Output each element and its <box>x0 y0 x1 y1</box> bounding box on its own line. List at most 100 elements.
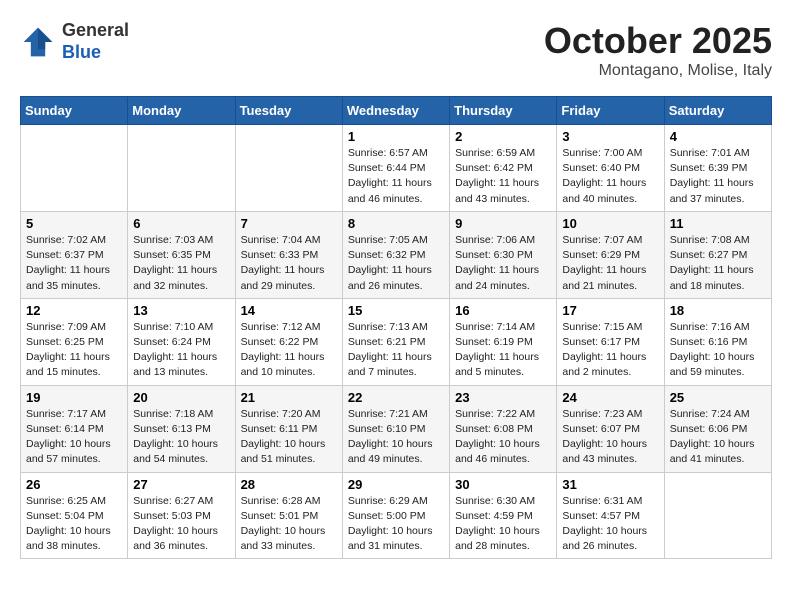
weekday-header-friday: Friday <box>557 97 664 125</box>
day-info: Sunrise: 7:15 AM Sunset: 6:17 PM Dayligh… <box>562 320 658 381</box>
day-number: 28 <box>241 477 337 492</box>
day-info: Sunrise: 7:18 AM Sunset: 6:13 PM Dayligh… <box>133 407 229 468</box>
calendar-cell: 29 Sunrise: 6:29 AM Sunset: 5:00 PM Dayli… <box>342 472 449 559</box>
day-info: Sunrise: 6:59 AM Sunset: 6:42 PM Dayligh… <box>455 146 551 207</box>
day-number: 3 <box>562 129 658 144</box>
month-title: October 2025 <box>544 20 772 62</box>
day-info: Sunrise: 7:01 AM Sunset: 6:39 PM Dayligh… <box>670 146 766 207</box>
calendar-cell: 1 Sunrise: 6:57 AM Sunset: 6:44 PM Daylig… <box>342 125 449 212</box>
week-row-4: 26Sunrise: 6:25 AM Sunset: 5:04 PM Dayli… <box>21 472 772 559</box>
day-number: 15 <box>348 303 444 318</box>
day-info: Sunrise: 7:14 AM Sunset: 6:19 PM Dayligh… <box>455 320 551 381</box>
day-info: Sunrise: 7:00 AM Sunset: 6:40 PM Dayligh… <box>562 146 658 207</box>
calendar-cell: 25 Sunrise: 7:24 AM Sunset: 6:06 PM Dayli… <box>664 385 771 472</box>
page-header: General Blue October 2025 Montagano, Mol… <box>20 20 772 80</box>
day-info: Sunrise: 7:10 AM Sunset: 6:24 PM Dayligh… <box>133 320 229 381</box>
day-number: 30 <box>455 477 551 492</box>
day-number: 14 <box>241 303 337 318</box>
week-row-3: 19 Sunrise: 7:17 AM Sunset: 6:14 PM Dayli… <box>21 385 772 472</box>
calendar-cell: 30 Sunrise: 6:30 AM Sunset: 4:59 PM Dayli… <box>450 472 557 559</box>
day-number: 25 <box>670 390 766 405</box>
calendar-cell: 11 Sunrise: 7:08 AM Sunset: 6:27 PM Dayli… <box>664 211 771 298</box>
day-info: Sunrise: 7:24 AM Sunset: 6:06 PM Dayligh… <box>670 407 766 468</box>
day-info: Sunrise: 7:16 AM Sunset: 6:16 PM Dayligh… <box>670 320 766 381</box>
day-info: Sunrise: 6:30 AM Sunset: 4:59 PM Dayligh… <box>455 494 551 555</box>
day-number: 19 <box>26 390 122 405</box>
day-info: Sunrise: 7:12 AM Sunset: 6:22 PM Dayligh… <box>241 320 337 381</box>
day-info: Sunrise: 7:07 AM Sunset: 6:29 PM Dayligh… <box>562 233 658 294</box>
weekday-header-row: SundayMondayTuesdayWednesdayThursdayFrid… <box>21 97 772 125</box>
day-info: Sunrise: 6:31 AM Sunset: 4:57 PM Dayligh… <box>562 494 658 555</box>
day-info: Sunrise: 7:09 AM Sunset: 6:25 PM Dayligh… <box>26 320 122 381</box>
calendar-table: SundayMondayTuesdayWednesdayThursdayFrid… <box>20 96 772 559</box>
day-info: Sunrise: 7:02 AM Sunset: 6:37 PM Dayligh… <box>26 233 122 294</box>
calendar-cell: 14 Sunrise: 7:12 AM Sunset: 6:22 PM Dayli… <box>235 298 342 385</box>
calendar-cell: 17 Sunrise: 7:15 AM Sunset: 6:17 PM Dayli… <box>557 298 664 385</box>
day-number: 2 <box>455 129 551 144</box>
day-number: 17 <box>562 303 658 318</box>
weekday-header-sunday: Sunday <box>21 97 128 125</box>
day-info: Sunrise: 7:04 AM Sunset: 6:33 PM Dayligh… <box>241 233 337 294</box>
day-number: 8 <box>348 216 444 231</box>
calendar-cell: 3 Sunrise: 7:00 AM Sunset: 6:40 PM Daylig… <box>557 125 664 212</box>
day-info: Sunrise: 6:57 AM Sunset: 6:44 PM Dayligh… <box>348 146 444 207</box>
day-number: 4 <box>670 129 766 144</box>
calendar-cell: 31 Sunrise: 6:31 AM Sunset: 4:57 PM Dayli… <box>557 472 664 559</box>
day-info: Sunrise: 7:08 AM Sunset: 6:27 PM Dayligh… <box>670 233 766 294</box>
day-info: Sunrise: 7:21 AM Sunset: 6:10 PM Dayligh… <box>348 407 444 468</box>
day-number: 10 <box>562 216 658 231</box>
calendar-cell: 12 Sunrise: 7:09 AM Sunset: 6:25 PM Dayli… <box>21 298 128 385</box>
day-info: Sunrise: 6:29 AM Sunset: 5:00 PM Dayligh… <box>348 494 444 555</box>
calendar-cell: 7 Sunrise: 7:04 AM Sunset: 6:33 PM Daylig… <box>235 211 342 298</box>
calendar-cell: 5 Sunrise: 7:02 AM Sunset: 6:37 PM Daylig… <box>21 211 128 298</box>
calendar-cell <box>235 125 342 212</box>
day-number: 23 <box>455 390 551 405</box>
calendar-cell: 23Sunrise: 7:22 AM Sunset: 6:08 PM Dayli… <box>450 385 557 472</box>
day-number: 11 <box>670 216 766 231</box>
day-info: Sunrise: 7:05 AM Sunset: 6:32 PM Dayligh… <box>348 233 444 294</box>
logo-icon <box>20 24 56 60</box>
day-info: Sunrise: 7:17 AM Sunset: 6:14 PM Dayligh… <box>26 407 122 468</box>
calendar-cell: 13 Sunrise: 7:10 AM Sunset: 6:24 PM Dayli… <box>128 298 235 385</box>
calendar-cell: 9Sunrise: 7:06 AM Sunset: 6:30 PM Daylig… <box>450 211 557 298</box>
calendar-cell: 19 Sunrise: 7:17 AM Sunset: 6:14 PM Dayli… <box>21 385 128 472</box>
calendar-cell: 21Sunrise: 7:20 AM Sunset: 6:11 PM Dayli… <box>235 385 342 472</box>
weekday-header-thursday: Thursday <box>450 97 557 125</box>
day-number: 29 <box>348 477 444 492</box>
day-number: 1 <box>348 129 444 144</box>
day-number: 6 <box>133 216 229 231</box>
calendar-cell: 8 Sunrise: 7:05 AM Sunset: 6:32 PM Daylig… <box>342 211 449 298</box>
logo-blue: Blue <box>62 42 101 62</box>
day-number: 13 <box>133 303 229 318</box>
day-info: Sunrise: 6:27 AM Sunset: 5:03 PM Dayligh… <box>133 494 229 555</box>
weekday-header-saturday: Saturday <box>664 97 771 125</box>
day-info: Sunrise: 7:06 AM Sunset: 6:30 PM Dayligh… <box>455 233 551 294</box>
calendar-cell: 24Sunrise: 7:23 AM Sunset: 6:07 PM Dayli… <box>557 385 664 472</box>
calendar-cell <box>664 472 771 559</box>
day-info: Sunrise: 7:20 AM Sunset: 6:11 PM Dayligh… <box>241 407 337 468</box>
day-number: 7 <box>241 216 337 231</box>
calendar-cell: 15 Sunrise: 7:13 AM Sunset: 6:21 PM Dayli… <box>342 298 449 385</box>
day-number: 31 <box>562 477 658 492</box>
calendar-cell: 26Sunrise: 6:25 AM Sunset: 5:04 PM Dayli… <box>21 472 128 559</box>
calendar-cell: 18 Sunrise: 7:16 AM Sunset: 6:16 PM Dayli… <box>664 298 771 385</box>
day-info: Sunrise: 6:25 AM Sunset: 5:04 PM Dayligh… <box>26 494 122 555</box>
logo-general: General <box>62 20 129 40</box>
calendar-cell <box>128 125 235 212</box>
weekday-header-tuesday: Tuesday <box>235 97 342 125</box>
day-number: 18 <box>670 303 766 318</box>
logo-text: General Blue <box>62 20 129 63</box>
calendar-cell: 16Sunrise: 7:14 AM Sunset: 6:19 PM Dayli… <box>450 298 557 385</box>
weekday-header-monday: Monday <box>128 97 235 125</box>
day-number: 5 <box>26 216 122 231</box>
day-number: 20 <box>133 390 229 405</box>
calendar-cell: 6 Sunrise: 7:03 AM Sunset: 6:35 PM Daylig… <box>128 211 235 298</box>
calendar-cell: 2 Sunrise: 6:59 AM Sunset: 6:42 PM Daylig… <box>450 125 557 212</box>
day-info: Sunrise: 7:03 AM Sunset: 6:35 PM Dayligh… <box>133 233 229 294</box>
day-info: Sunrise: 7:13 AM Sunset: 6:21 PM Dayligh… <box>348 320 444 381</box>
week-row-0: 1 Sunrise: 6:57 AM Sunset: 6:44 PM Daylig… <box>21 125 772 212</box>
day-number: 12 <box>26 303 122 318</box>
calendar-cell: 27Sunrise: 6:27 AM Sunset: 5:03 PM Dayli… <box>128 472 235 559</box>
calendar-cell: 22Sunrise: 7:21 AM Sunset: 6:10 PM Dayli… <box>342 385 449 472</box>
weekday-header-wednesday: Wednesday <box>342 97 449 125</box>
